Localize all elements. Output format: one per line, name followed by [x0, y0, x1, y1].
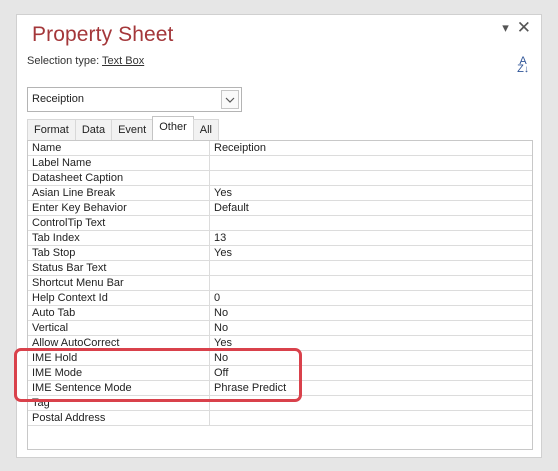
- property-value[interactable]: [210, 276, 532, 290]
- property-value[interactable]: Yes: [210, 246, 532, 260]
- property-value[interactable]: [210, 156, 532, 170]
- property-value[interactable]: Default: [210, 201, 532, 215]
- close-icon[interactable]: ✕: [517, 19, 531, 36]
- triangle-down-icon[interactable]: ▾: [502, 21, 509, 35]
- property-value[interactable]: [210, 171, 532, 185]
- object-selector-combo[interactable]: Receiption: [27, 87, 242, 112]
- property-name: Vertical: [28, 321, 210, 335]
- property-row[interactable]: Datasheet Caption: [28, 171, 532, 186]
- property-name: Status Bar Text: [28, 261, 210, 275]
- window-controls: ▾ ✕: [502, 19, 531, 36]
- tab-data[interactable]: Data: [74, 119, 113, 140]
- property-name: Label Name: [28, 156, 210, 170]
- tab-other[interactable]: Other: [152, 116, 194, 140]
- property-name: Shortcut Menu Bar: [28, 276, 210, 290]
- property-row[interactable]: Shortcut Menu Bar: [28, 276, 532, 291]
- property-row[interactable]: Status Bar Text: [28, 261, 532, 276]
- property-row[interactable]: Auto Tab No: [28, 306, 532, 321]
- property-name: Asian Line Break: [28, 186, 210, 200]
- property-name: Datasheet Caption: [28, 171, 210, 185]
- property-value[interactable]: No: [210, 306, 532, 320]
- selection-type: Selection type: Text Box: [27, 55, 144, 67]
- property-row[interactable]: Asian Line Break Yes: [28, 186, 532, 201]
- tab-event[interactable]: Event: [111, 119, 154, 140]
- property-name: Enter Key Behavior: [28, 201, 210, 215]
- property-name: Help Context Id: [28, 291, 210, 305]
- property-row[interactable]: Tab Stop Yes: [28, 246, 532, 261]
- property-row[interactable]: Help Context Id 0: [28, 291, 532, 306]
- property-name: Tab Index: [28, 231, 210, 245]
- property-row[interactable]: Tab Index 13: [28, 231, 532, 246]
- property-row[interactable]: Postal Address: [28, 411, 532, 426]
- property-value[interactable]: [210, 216, 532, 230]
- property-value[interactable]: [210, 411, 532, 425]
- property-tabs: Format Data Event Other All: [27, 116, 219, 140]
- chevron-down-icon[interactable]: [221, 90, 239, 109]
- page-title: Property Sheet: [32, 23, 174, 46]
- property-row[interactable]: Name Receiption: [28, 141, 532, 156]
- sort-az-icon[interactable]: A Z↓: [517, 56, 529, 75]
- tab-format[interactable]: Format: [27, 119, 76, 140]
- property-name: Postal Address: [28, 411, 210, 425]
- property-value[interactable]: [210, 261, 532, 275]
- property-value[interactable]: Yes: [210, 186, 532, 200]
- property-row[interactable]: Vertical No: [28, 321, 532, 336]
- property-value[interactable]: 0: [210, 291, 532, 305]
- property-grid: Name Receiption Label Name Datasheet Captio…: [27, 140, 533, 450]
- property-value[interactable]: 13: [210, 231, 532, 245]
- property-value[interactable]: No: [210, 321, 532, 335]
- selection-type-label: Selection type:: [27, 55, 100, 67]
- property-name: Auto Tab: [28, 306, 210, 320]
- property-value[interactable]: Receiption: [210, 141, 532, 155]
- selection-type-value: Text Box: [102, 55, 145, 67]
- property-row[interactable]: ControlTip Text: [28, 216, 532, 231]
- highlight-box: [14, 348, 302, 402]
- property-row[interactable]: Label Name: [28, 156, 532, 171]
- property-name: Name: [28, 141, 210, 155]
- property-name: ControlTip Text: [28, 216, 210, 230]
- object-selector-value: Receiption: [32, 93, 84, 105]
- tab-all[interactable]: All: [192, 119, 219, 140]
- property-row[interactable]: Enter Key Behavior Default: [28, 201, 532, 216]
- property-name: Tab Stop: [28, 246, 210, 260]
